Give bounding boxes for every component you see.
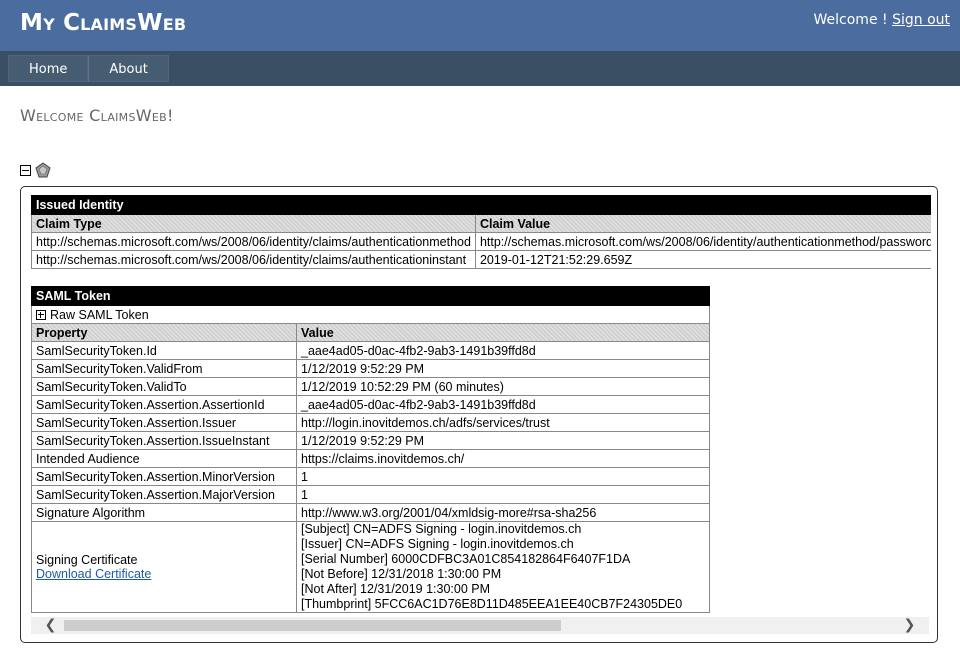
cert-issuer: [Issuer] CN=ADFS Signing - login.inovitd… bbox=[301, 537, 574, 551]
value-cell: 1 bbox=[296, 467, 710, 486]
value-cell: _aae4ad05-d0ac-4fb2-9ab3-1491b39ffd8d bbox=[296, 395, 710, 414]
claim-value-cell: http://schemas.microsoft.com/ws/2008/06/… bbox=[474, 232, 931, 251]
cert-not-after: [Not After] 12/31/2019 1:30:00 PM bbox=[301, 582, 491, 596]
claim-type-cell: http://schemas.microsoft.com/ws/2008/06/… bbox=[31, 232, 476, 251]
property-cell: SamlSecurityToken.Assertion.IssueInstant bbox=[31, 431, 297, 450]
sign-out-link[interactable]: Sign out bbox=[892, 12, 950, 28]
table-row: SamlSecurityToken.Assertion.AssertionId _… bbox=[31, 395, 710, 414]
table-row: SamlSecurityToken.Assertion.IssueInstant… bbox=[31, 431, 710, 450]
value-cell: 1 bbox=[296, 485, 710, 504]
property-cell: SamlSecurityToken.ValidTo bbox=[31, 377, 297, 396]
property-cell: SamlSecurityToken.Id bbox=[31, 341, 297, 360]
value-cell: http://www.w3.org/2001/04/xmldsig-more#r… bbox=[296, 503, 710, 522]
claims-panel: Issued Identity Claim Type Claim Value h… bbox=[20, 186, 938, 643]
property-header: Property bbox=[31, 323, 297, 342]
table-row: SamlSecurityToken.ValidFrom 1/12/2019 9:5… bbox=[31, 359, 710, 378]
claim-type-cell: http://schemas.microsoft.com/ws/2008/06/… bbox=[31, 250, 476, 269]
scroll-left-icon[interactable]: ❮ bbox=[42, 617, 59, 634]
certificate-details: [Subject] CN=ADFS Signing - login.inovit… bbox=[296, 521, 710, 613]
table-row: SamlSecurityToken.Assertion.MajorVersion… bbox=[31, 485, 710, 504]
table-row: SamlSecurityToken.Id _aae4ad05-d0ac-4fb2-… bbox=[31, 341, 710, 360]
expand-icon[interactable] bbox=[36, 309, 46, 320]
cert-serial-number: [Serial Number] 6000CDFBC3A01C854182864F… bbox=[301, 552, 631, 566]
table-row: Signature Algorithm http://www.w3.org/200… bbox=[31, 503, 710, 522]
download-certificate-link[interactable]: Download Certificate bbox=[36, 567, 292, 581]
issued-identity-title: Issued Identity bbox=[31, 195, 931, 215]
signing-certificate-label: Signing Certificate bbox=[36, 553, 138, 567]
property-cell: SamlSecurityToken.Assertion.MajorVersion bbox=[31, 485, 297, 504]
value-cell: http://login.inovitdemos.ch/adfs/service… bbox=[296, 413, 710, 432]
table-row: SamlSecurityToken.Assertion.MinorVersion… bbox=[31, 467, 710, 486]
value-header: Value bbox=[296, 323, 710, 342]
welcome-text: Welcome ! bbox=[813, 12, 893, 28]
claim-value-cell: 2019-01-12T21:52:29.659Z bbox=[474, 250, 931, 269]
nav-bar: Home About bbox=[0, 51, 960, 86]
table-row: SamlSecurityToken.ValidTo 1/12/2019 10:52… bbox=[31, 377, 710, 396]
property-cell: SamlSecurityToken.ValidFrom bbox=[31, 359, 297, 378]
cert-not-before: [Not Before] 12/31/2018 1:30:00 PM bbox=[301, 567, 502, 581]
raw-saml-token-label: Raw SAML Token bbox=[50, 307, 149, 322]
value-cell: https://claims.inovitdemos.ch/ bbox=[296, 449, 710, 468]
identity-icon bbox=[35, 162, 51, 178]
table-row: Intended Audience https://claims.inovitde… bbox=[31, 449, 710, 468]
menu-item-home[interactable]: Home bbox=[8, 55, 89, 82]
issued-identity-table: Issued Identity Claim Type Claim Value h… bbox=[31, 195, 931, 269]
saml-token-title: SAML Token bbox=[31, 286, 710, 306]
saml-token-table: SAML Token Raw SAML Token Property Value… bbox=[31, 286, 710, 613]
site-header: My ClaimsWeb Welcome ! Sign out bbox=[0, 0, 960, 51]
property-cell: Signature Algorithm bbox=[31, 503, 297, 522]
cert-thumbprint: [Thumbprint] 5FCC6AC1D76E8D11D485EEA1EE4… bbox=[301, 597, 683, 611]
value-cell: 1/12/2019 10:52:29 PM (60 minutes) bbox=[296, 377, 710, 396]
table-row: http://schemas.microsoft.com/ws/2008/06/… bbox=[31, 232, 931, 251]
property-cell: SamlSecurityToken.Assertion.AssertionId bbox=[31, 395, 297, 414]
horizontal-scrollbar[interactable]: ❮ ❯ bbox=[31, 617, 929, 634]
property-cell: SamlSecurityToken.Assertion.Issuer bbox=[31, 413, 297, 432]
page-heading: Welcome ClaimsWeb! bbox=[20, 106, 174, 125]
value-cell: _aae4ad05-d0ac-4fb2-9ab3-1491b39ffd8d bbox=[296, 341, 710, 360]
login-display: Welcome ! Sign out bbox=[814, 12, 950, 28]
claims-scroll-area: Issued Identity Claim Type Claim Value h… bbox=[31, 195, 931, 620]
table-row: http://schemas.microsoft.com/ws/2008/06/… bbox=[31, 250, 931, 269]
menu-item-about[interactable]: About bbox=[88, 55, 169, 82]
app-title: My ClaimsWeb bbox=[20, 10, 187, 36]
value-cell: 1/12/2019 9:52:29 PM bbox=[296, 431, 710, 450]
scrollbar-thumb[interactable] bbox=[64, 620, 561, 631]
scroll-right-icon[interactable]: ❯ bbox=[901, 617, 918, 634]
raw-saml-token-row[interactable]: Raw SAML Token bbox=[31, 305, 710, 324]
value-cell: 1/12/2019 9:52:29 PM bbox=[296, 359, 710, 378]
property-cell: SamlSecurityToken.Assertion.MinorVersion bbox=[31, 467, 297, 486]
claim-value-header: Claim Value bbox=[474, 214, 931, 233]
claim-type-header: Claim Type bbox=[31, 214, 476, 233]
cert-subject: [Subject] CN=ADFS Signing - login.inovit… bbox=[301, 522, 582, 536]
table-row: SamlSecurityToken.Assertion.Issuer http:/… bbox=[31, 413, 710, 432]
signing-certificate-cell: Signing Certificate Download Certificate bbox=[31, 521, 297, 613]
property-cell: Intended Audience bbox=[31, 449, 297, 468]
signing-certificate-row: Signing Certificate Download Certificate… bbox=[31, 521, 710, 613]
main-menu: Home About bbox=[8, 55, 169, 82]
collapse-icon[interactable] bbox=[20, 165, 31, 176]
